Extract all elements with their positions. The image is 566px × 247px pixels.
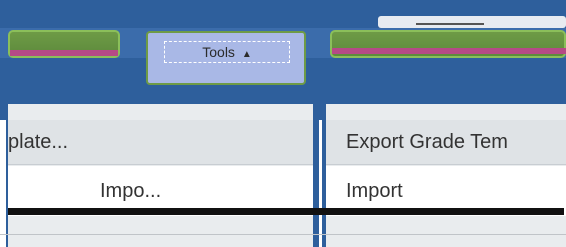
caret-up-icon: ▲ (241, 49, 252, 60)
screenshot-frame: Tools ▲ plate... Impo... Export Grade Te… (0, 0, 566, 247)
menu-panel-right: Export Grade Tem Import (322, 104, 566, 247)
accent-bar (332, 48, 566, 54)
menu-panel-left: plate... Impo... (6, 104, 319, 247)
tab-strip[interactable] (378, 16, 566, 28)
toolbar: Tools ▲ (0, 0, 566, 120)
tools-button-label: Tools ▲ (164, 41, 290, 63)
menu-item-export-grade-template[interactable]: Export Grade Tem (326, 120, 566, 165)
menu-item-template[interactable]: plate... (8, 120, 313, 165)
tools-label-text: Tools (202, 44, 235, 60)
tab-underline (416, 23, 484, 25)
tools-button[interactable]: Tools ▲ (146, 31, 306, 85)
accent-bar (10, 50, 118, 56)
divider (8, 208, 564, 215)
divider (0, 234, 566, 235)
